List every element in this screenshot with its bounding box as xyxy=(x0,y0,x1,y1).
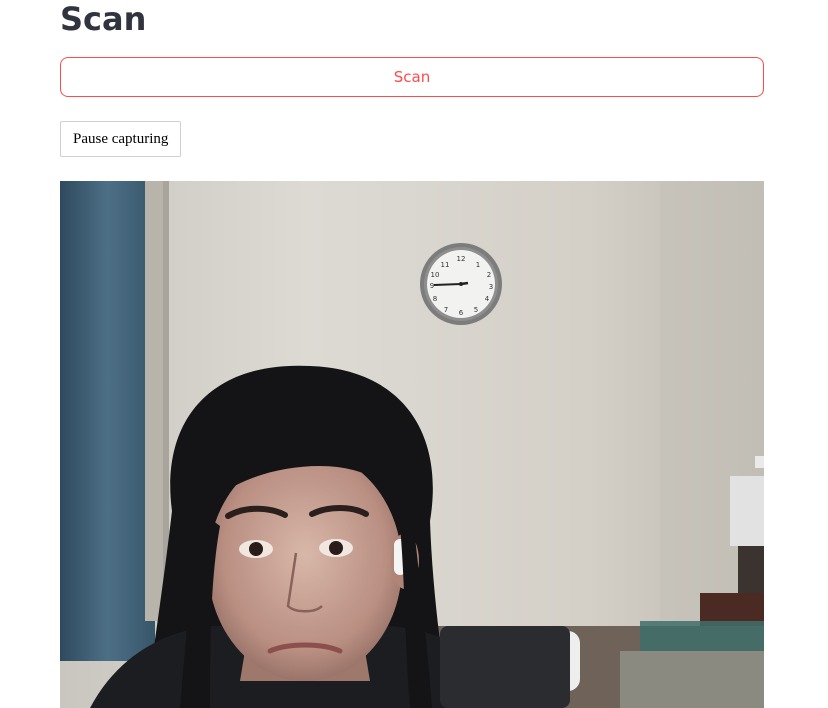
svg-text:3: 3 xyxy=(489,283,493,291)
svg-text:6: 6 xyxy=(459,309,464,317)
svg-text:12: 12 xyxy=(457,255,466,263)
svg-text:2: 2 xyxy=(487,271,491,279)
svg-text:5: 5 xyxy=(474,306,478,314)
svg-text:11: 11 xyxy=(441,261,450,269)
curtain xyxy=(60,181,155,661)
svg-text:9: 9 xyxy=(430,282,434,290)
webcam-video-feed: 12 1 2 3 4 5 6 7 8 9 10 11 xyxy=(60,181,764,708)
wall-clock: 12 1 2 3 4 5 6 7 8 9 10 11 xyxy=(420,243,502,325)
svg-text:7: 7 xyxy=(444,306,448,314)
pause-capturing-button[interactable]: Pause capturing xyxy=(60,121,182,157)
webcam-frame-illustration: 12 1 2 3 4 5 6 7 8 9 10 11 xyxy=(60,181,764,708)
app-page: Scan Scan Pause capturing 12 1 2 3 4 5 6… xyxy=(0,0,828,708)
svg-text:1: 1 xyxy=(476,261,480,269)
svg-text:10: 10 xyxy=(431,271,440,279)
svg-text:4: 4 xyxy=(485,295,490,303)
scan-button[interactable]: Scan xyxy=(60,57,764,97)
page-title: Scan xyxy=(60,0,147,38)
svg-text:8: 8 xyxy=(433,295,437,303)
